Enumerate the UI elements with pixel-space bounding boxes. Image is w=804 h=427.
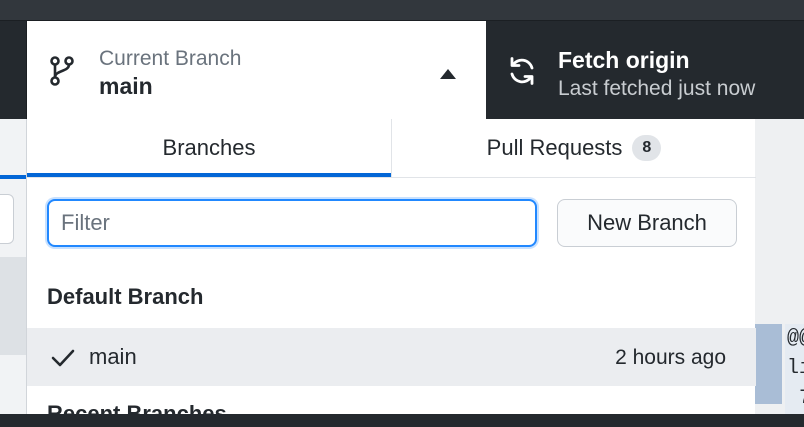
background-tab-underline: [0, 175, 26, 179]
default-branch-header: Default Branch: [47, 284, 204, 309]
new-branch-button[interactable]: New Branch: [557, 199, 737, 247]
current-branch-button[interactable]: Current Branch main: [26, 21, 486, 119]
tab-branches-label: Branches: [162, 135, 256, 160]
git-branch-icon: [47, 55, 77, 87]
sync-icon: [506, 55, 538, 87]
last-fetched-status: Last fetched just now: [558, 77, 756, 100]
branch-updated-time: 2 hours ago: [615, 346, 726, 369]
branch-filter-input[interactable]: [47, 199, 537, 247]
tab-pull-requests[interactable]: Pull Requests 8: [391, 119, 756, 177]
check-icon: [51, 348, 75, 368]
fetch-origin-button[interactable]: Fetch origin Last fetched just now: [486, 21, 804, 119]
background-control: [0, 194, 14, 244]
caret-up-icon: [439, 67, 457, 79]
current-branch-label: Current Branch: [99, 47, 242, 70]
pull-requests-count-badge: 8: [632, 135, 662, 161]
background-diff-pane: @@ li 7: [755, 119, 804, 414]
background-diff-text: @@ li 7: [785, 324, 804, 414]
recent-branches-header: Recent Branches: [47, 401, 227, 426]
current-branch-name: main: [99, 73, 153, 99]
branches-dropdown: Branches Pull Requests 8 New Branch Defa…: [26, 119, 756, 426]
background-selected-row: [0, 257, 26, 355]
dropdown-tabs: Branches Pull Requests 8: [27, 119, 756, 178]
selected-tab-indicator: [27, 173, 391, 177]
background-left-pane: [0, 119, 27, 414]
branch-name: main: [89, 344, 137, 369]
tab-pull-requests-label: Pull Requests: [486, 135, 623, 160]
window-title-bar: [0, 0, 804, 21]
background-diff-gutter: [755, 324, 782, 404]
tab-branches[interactable]: Branches: [27, 119, 391, 177]
toolbar-left-edge: [0, 21, 26, 119]
fetch-origin-title: Fetch origin: [558, 47, 690, 73]
branch-list-item[interactable]: main 2 hours ago: [27, 328, 756, 386]
